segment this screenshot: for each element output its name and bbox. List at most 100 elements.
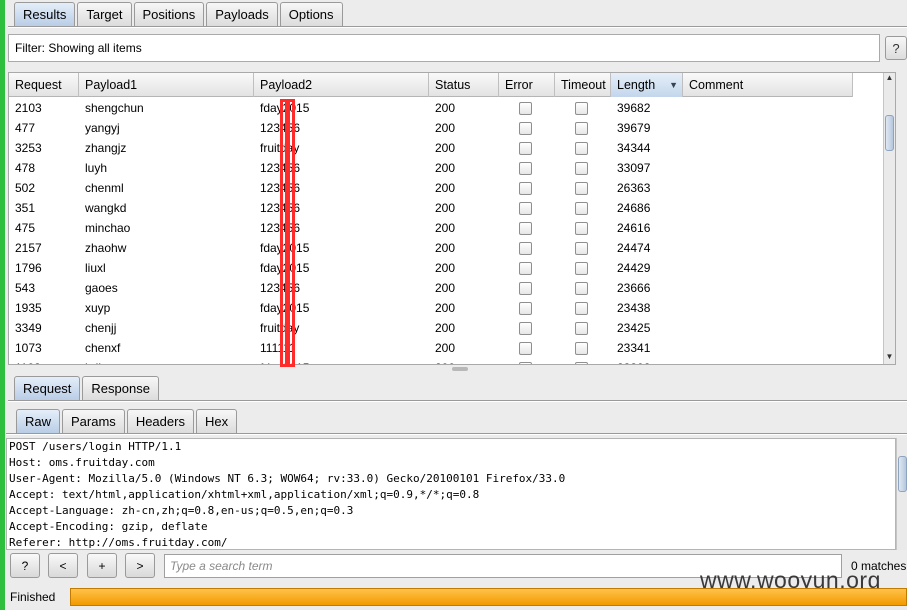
request-editor[interactable]: POST /users/login HTTP/1.1 Host: oms.frui… (6, 438, 896, 550)
table-row[interactable]: 475 minchao 123456 200 24616 (9, 218, 853, 238)
cell-status: 200 (435, 321, 456, 335)
error-checkbox[interactable] (519, 281, 532, 295)
column-label: Error (505, 78, 533, 92)
error-checkbox[interactable] (519, 361, 532, 364)
tab-positions[interactable]: Positions (133, 2, 205, 26)
table-scrollbar[interactable]: ▲ ▼ (883, 73, 895, 364)
error-checkbox[interactable] (519, 241, 532, 255)
error-checkbox[interactable] (519, 201, 532, 215)
column-label: Payload1 (85, 78, 138, 92)
table-body: 2103 shengchun fday2015 200 39682 477 yangyj 12… (9, 98, 853, 364)
cell-length: 33097 (617, 161, 651, 175)
timeout-checkbox[interactable] (575, 241, 588, 255)
red-highlight-box (280, 99, 295, 367)
column-header-error[interactable]: Error (499, 73, 555, 97)
tab-params[interactable]: Params (62, 409, 125, 433)
editor-scroll-thumb[interactable] (898, 456, 907, 492)
sort-descending-icon: ▼ (669, 80, 678, 90)
cell-length: 23341 (617, 341, 651, 355)
search-next-button[interactable]: > (125, 553, 155, 578)
tab-payloads[interactable]: Payloads (206, 2, 278, 26)
timeout-checkbox[interactable] (575, 121, 588, 135)
error-checkbox[interactable] (519, 321, 532, 335)
table-row[interactable]: 1935 xuyp fday2015 200 23438 (9, 298, 853, 318)
table-row[interactable]: 2103 shengchun fday2015 200 39682 (9, 98, 853, 118)
scroll-down-icon[interactable]: ▼ (884, 352, 895, 364)
timeout-checkbox[interactable] (575, 161, 588, 175)
tab-results[interactable]: Results (14, 2, 76, 26)
progress-fill (71, 589, 906, 605)
timeout-checkbox[interactable] (575, 141, 588, 155)
cell-length: 24616 (617, 221, 651, 235)
tab-response[interactable]: Response (82, 376, 159, 400)
timeout-checkbox[interactable] (575, 261, 588, 275)
column-header-timeout[interactable]: Timeout (555, 73, 611, 97)
error-checkbox[interactable] (519, 221, 532, 235)
cell-payload1: zhaohw (85, 241, 127, 255)
tab-request[interactable]: Request (14, 376, 81, 400)
timeout-checkbox[interactable] (575, 341, 588, 355)
tab-raw[interactable]: Raw (16, 409, 61, 433)
error-checkbox[interactable] (519, 181, 532, 195)
timeout-checkbox[interactable] (575, 361, 588, 364)
timeout-checkbox[interactable] (575, 301, 588, 315)
column-header-length[interactable]: Length ▼ (611, 73, 683, 97)
cell-request: 1796 (15, 261, 42, 275)
timeout-checkbox[interactable] (575, 181, 588, 195)
error-checkbox[interactable] (519, 101, 532, 115)
cell-request: 1103 (9, 361, 79, 364)
filter-bar[interactable]: Filter: Showing all items (8, 34, 880, 62)
tab-options[interactable]: Options (279, 2, 343, 26)
search-prev-button[interactable]: < (48, 553, 78, 578)
scroll-up-icon[interactable]: ▲ (884, 73, 895, 85)
search-help-button[interactable]: ? (10, 553, 40, 578)
table-row[interactable]: 502 chenml 123456 200 26363 (9, 178, 853, 198)
column-header-payload1[interactable]: Payload1 (79, 73, 254, 97)
cell-status: 200 (435, 141, 456, 155)
timeout-checkbox[interactable] (575, 101, 588, 115)
table-row[interactable]: 478 luyh 123456 200 33097 (9, 158, 853, 178)
error-checkbox[interactable] (519, 301, 532, 315)
timeout-checkbox[interactable] (575, 281, 588, 295)
cell-request: 475 (15, 221, 36, 235)
tab-hex[interactable]: Hex (195, 409, 238, 433)
table-row[interactable]: 1796 liuxl fday2015 200 24429 (9, 258, 853, 278)
error-checkbox[interactable] (519, 261, 532, 275)
table-row[interactable]: 1103hdhfday201520023302 (9, 358, 853, 364)
cell-timeout (555, 261, 611, 275)
cell-timeout (555, 241, 611, 255)
scroll-thumb[interactable] (885, 115, 894, 151)
cell-timeout (555, 341, 611, 355)
error-checkbox[interactable] (519, 161, 532, 175)
error-checkbox[interactable] (519, 121, 532, 135)
error-checkbox[interactable] (519, 341, 532, 355)
table-row[interactable]: 477 yangyj 123456 200 39679 (9, 118, 853, 138)
cell-length: 24429 (617, 261, 651, 275)
cell-request: 543 (15, 281, 36, 295)
column-header-payload2[interactable]: Payload2 (254, 73, 429, 97)
tab-target[interactable]: Target (77, 2, 132, 26)
timeout-checkbox[interactable] (575, 221, 588, 235)
split-pane-handle[interactable] (452, 367, 468, 371)
search-add-button[interactable]: + (87, 553, 117, 578)
filter-help-button[interactable]: ? (885, 36, 907, 60)
tab-headers[interactable]: Headers (126, 409, 194, 433)
table-row[interactable]: 3253 zhangjz fruitday 200 34344 (9, 138, 853, 158)
editor-scrollbar[interactable] (896, 438, 907, 550)
table-row[interactable]: 543 gaoes 123456 200 23666 (9, 278, 853, 298)
table-row[interactable]: 1073 chenxf 111111 200 23341 (9, 338, 853, 358)
column-header-request[interactable]: Request (9, 73, 79, 97)
timeout-checkbox[interactable] (575, 201, 588, 215)
cell-status: 200 (435, 101, 456, 115)
timeout-checkbox[interactable] (575, 321, 588, 335)
cell-length: 26363 (617, 181, 651, 195)
column-header-comment[interactable]: Comment (683, 73, 853, 97)
table-row[interactable]: 2157 zhaohw fday2015 200 24474 (9, 238, 853, 258)
column-header-status[interactable]: Status (429, 73, 499, 97)
table-row[interactable]: 3349 chenjj fruitday 200 23425 (9, 318, 853, 338)
table-row[interactable]: 351 wangkd 123456 200 24686 (9, 198, 853, 218)
error-checkbox[interactable] (519, 141, 532, 155)
cell-status: 200 (435, 341, 456, 355)
cell-payload1: luyh (85, 161, 108, 175)
cell-length: 24474 (617, 241, 651, 255)
